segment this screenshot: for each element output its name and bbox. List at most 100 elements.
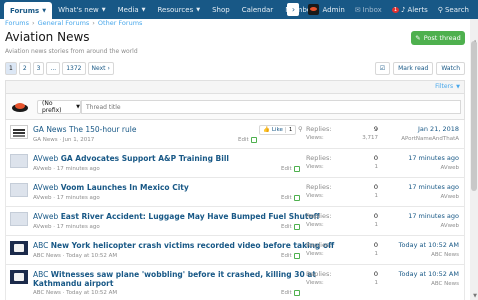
mark-read-check-button[interactable]: ☑	[374, 62, 391, 75]
last-post-time[interactable]: 17 minutes ago	[379, 154, 459, 162]
last-post-time[interactable]: Today at 10:52 AM	[379, 270, 459, 278]
thread-prefix[interactable]: AVweb	[33, 154, 58, 163]
thread-edit-link[interactable]: Edit	[281, 253, 292, 259]
thread-row[interactable]: ABC New York helicopter crash victims re…	[5, 236, 465, 265]
nav-shop[interactable]: Shop	[206, 0, 236, 19]
chevron-right-icon: ›	[107, 65, 110, 72]
scrollbar[interactable]: ▲ ▼	[470, 19, 478, 300]
nav-inbox[interactable]: ✉ Inbox	[350, 0, 387, 19]
scrollbar-thumb[interactable]	[471, 41, 477, 191]
page-1-button[interactable]: 1	[5, 62, 17, 75]
next-page-button[interactable]: Next ›	[87, 62, 114, 75]
thread-author[interactable]: GA News	[33, 137, 58, 143]
post-thread-button[interactable]: ✎ Post thread	[411, 31, 465, 45]
thread-select-checkbox[interactable]	[250, 137, 257, 143]
last-post-time[interactable]: 17 minutes ago	[379, 212, 459, 220]
thread-edit-link[interactable]: Edit	[281, 166, 292, 172]
page-ellipsis-button[interactable]: ...	[46, 62, 61, 75]
thread-title[interactable]: GA News The 150-hour rule	[33, 125, 136, 134]
thread-author-avatar[interactable]	[10, 154, 28, 168]
last-post-author[interactable]: AVweb	[379, 194, 459, 200]
scroll-down-icon[interactable]: ▼	[473, 293, 477, 299]
thread-title[interactable]: AVweb Voom Launches In Mexico City	[33, 183, 189, 192]
thread-select-checkbox[interactable]	[293, 166, 300, 172]
nav-forums[interactable]: Forums ▼	[4, 2, 53, 19]
thread-title-text[interactable]: Witnesses saw plane 'wobbling' before it…	[51, 270, 316, 279]
thread-row[interactable]: AVweb Voom Launches In Mexico City AVweb …	[5, 178, 465, 207]
thread-title[interactable]: AVweb GA Advocates Support A&P Training …	[33, 154, 229, 163]
page-2-button[interactable]: 2	[18, 62, 31, 75]
thread-select-checkbox[interactable]	[293, 195, 300, 201]
thread-row[interactable]: GA News The 150-hour rule GA News · Jun 1…	[5, 120, 465, 149]
last-post-author[interactable]: AVweb	[379, 223, 459, 229]
thread-edit-link[interactable]: Edit	[238, 137, 249, 143]
nav-media[interactable]: Media ▼	[112, 0, 152, 19]
thread-author-avatar[interactable]	[10, 212, 28, 226]
thread-select-checkbox[interactable]	[293, 253, 300, 259]
thread-author[interactable]: ABC News	[33, 253, 61, 259]
page-last-button[interactable]: 1372	[62, 62, 86, 75]
thread-select-checkbox[interactable]	[293, 224, 300, 230]
thread-row[interactable]: ABC Witnesses saw plane 'wobbling' befor…	[5, 265, 465, 300]
thread-author-avatar[interactable]	[10, 183, 28, 197]
thread-title[interactable]: ABC New York helicopter crash victims re…	[33, 241, 334, 250]
thread-prefix[interactable]: ABC	[33, 241, 48, 250]
nav-calendar[interactable]: Calendar	[236, 0, 279, 19]
thread-title-text[interactable]: East River Accident: Luggage May Have Bu…	[61, 212, 320, 221]
breadcrumb-forums[interactable]: Forums	[5, 19, 29, 27]
thread-author[interactable]: AVweb	[33, 166, 52, 172]
mark-read-button[interactable]: Mark read	[393, 62, 434, 75]
last-post-author[interactable]: ABC News	[379, 252, 459, 258]
thread-prefix[interactable]: AVweb	[33, 183, 58, 192]
thread-title-text[interactable]: The 150-hour rule	[69, 125, 136, 134]
last-post-time[interactable]: Today at 10:52 AM	[379, 241, 459, 249]
thread-edit-link[interactable]: Edit	[281, 290, 292, 296]
nav-search[interactable]: ⚲ Search	[433, 0, 474, 19]
last-post-time[interactable]: Jan 21, 2018	[379, 125, 459, 133]
filters-button[interactable]: Filters ▼	[435, 83, 460, 90]
prefix-select[interactable]: (No prefix) ▼	[37, 100, 81, 114]
thread-title-line2[interactable]: Kathmandu airport	[33, 279, 113, 288]
thread-edit-link[interactable]: Edit	[281, 195, 292, 201]
nav-scroll-right-button[interactable]: ›	[287, 3, 300, 16]
thread-prefix[interactable]: AVweb	[33, 212, 58, 221]
thread-title-text[interactable]: Voom Launches In Mexico City	[61, 183, 189, 192]
thread-author[interactable]: AVweb	[33, 224, 52, 230]
thread-author[interactable]: ABC News	[33, 290, 61, 296]
thread-meta: ABC News · Today at 10:52 AM	[33, 290, 118, 296]
views-count: 1	[374, 280, 379, 286]
thread-author[interactable]: AVweb	[33, 195, 52, 201]
watch-button[interactable]: Watch	[436, 62, 465, 75]
thread-title-input[interactable]	[81, 100, 461, 114]
thread-title-text[interactable]: New York helicopter crash victims record…	[51, 241, 334, 250]
thread-author-avatar[interactable]	[10, 270, 28, 284]
forum-tools: ☑ Mark read Watch	[374, 62, 465, 75]
thread-author-avatar[interactable]	[10, 241, 28, 255]
chevron-down-icon: ▼	[76, 104, 80, 110]
thread-prefix[interactable]: GA News	[33, 125, 67, 134]
thread-row[interactable]: AVweb East River Accident: Luggage May H…	[5, 207, 465, 236]
thread-row[interactable]: AVweb GA Advocates Support A&P Training …	[5, 149, 465, 178]
checkbox-icon: ☑	[379, 65, 386, 72]
last-post-author[interactable]: ABC News	[379, 281, 459, 287]
thread-edit-link[interactable]: Edit	[281, 224, 292, 230]
like-button[interactable]: 👍 Like 1	[259, 125, 297, 135]
nav-resources[interactable]: Resources ▼	[151, 0, 206, 19]
thread-title[interactable]: AVweb East River Accident: Luggage May H…	[33, 212, 320, 221]
last-post-author[interactable]: AVweb	[379, 165, 459, 171]
last-post-author[interactable]: APortNameAndThatA	[379, 136, 459, 142]
last-post-time[interactable]: 17 minutes ago	[379, 183, 459, 191]
thread-title-text-line2[interactable]: Kathmandu airport	[33, 279, 113, 288]
thread-title[interactable]: ABC Witnesses saw plane 'wobbling' befor…	[33, 270, 316, 279]
nav-alerts[interactable]: 1 ♪ Alerts	[387, 0, 433, 19]
thread-prefix[interactable]: ABC	[33, 270, 48, 279]
thread-author-avatar[interactable]	[10, 125, 28, 139]
page-description: Aviation news stories from around the wo…	[5, 48, 138, 55]
nav-whats-new[interactable]: What's new ▼	[52, 0, 112, 19]
breadcrumb-general-forums[interactable]: General Forums	[38, 19, 90, 27]
thread-title-text[interactable]: GA Advocates Support A&P Training Bill	[61, 154, 229, 163]
page-3-button[interactable]: 3	[32, 62, 45, 75]
nav-admin[interactable]: Admin	[303, 0, 349, 19]
breadcrumb-other-forums[interactable]: Other Forums	[98, 19, 143, 27]
thread-select-checkbox[interactable]	[293, 290, 300, 296]
